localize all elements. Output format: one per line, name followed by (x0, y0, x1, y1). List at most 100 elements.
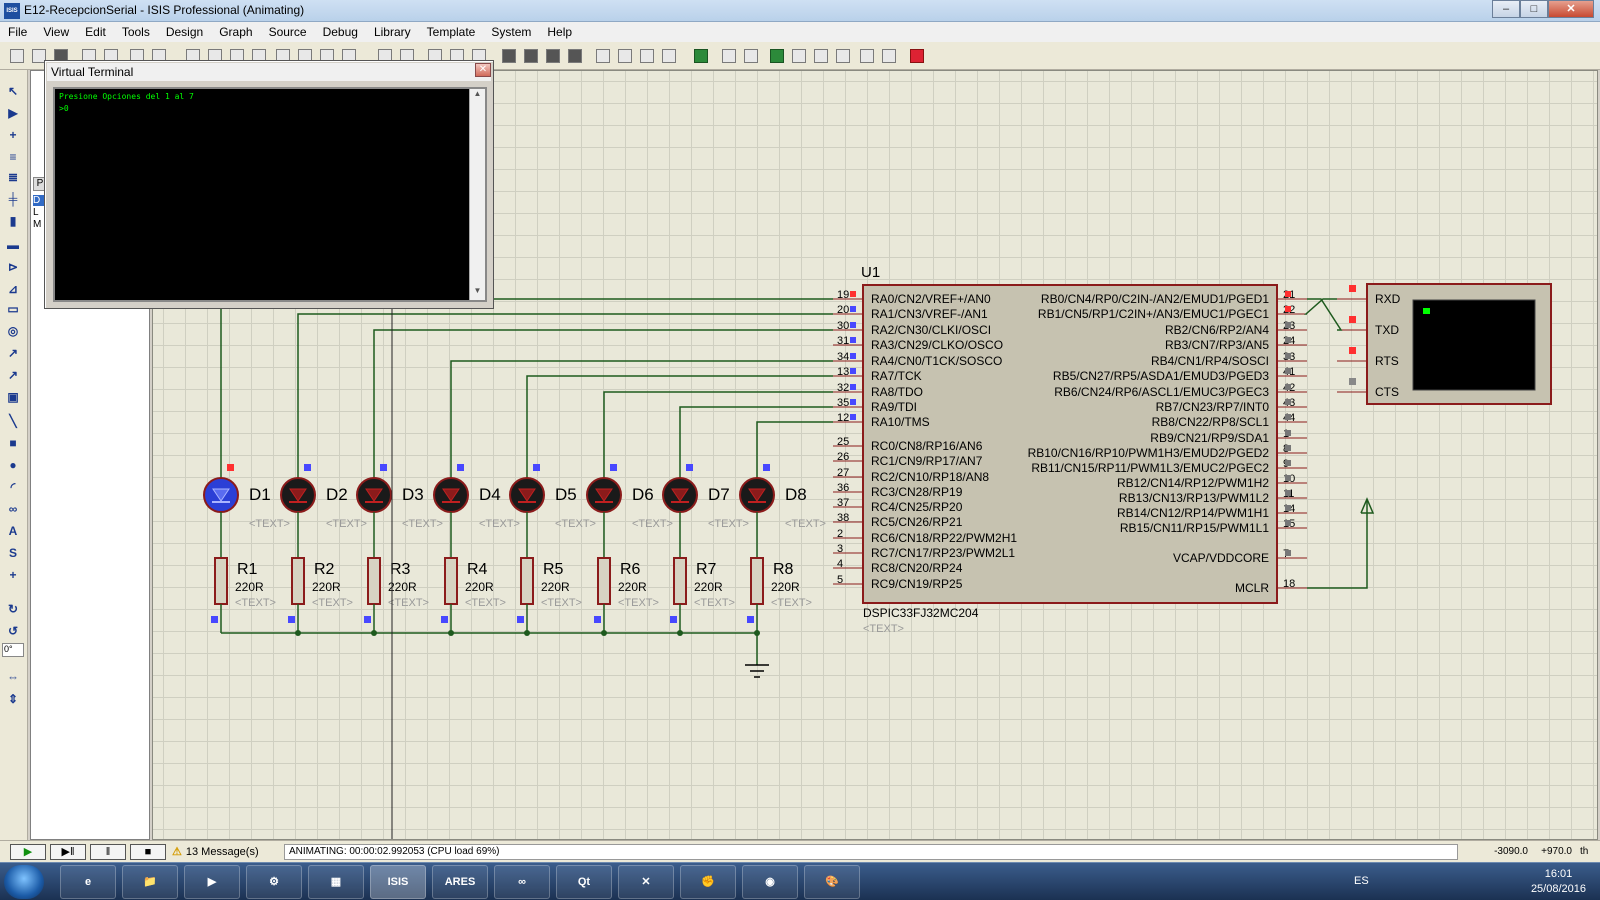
tools-app-icon[interactable]: ⚙ (246, 865, 302, 899)
ic-pin-name: RA3/CN29/CLKO/OSCO (871, 338, 1003, 352)
marker-tool-icon[interactable]: + (5, 568, 21, 582)
voltage-probe-icon[interactable]: ↗ (5, 346, 21, 360)
ic-pin-state (1285, 445, 1291, 451)
menu-source[interactable]: Source (261, 22, 315, 42)
search-tag-icon[interactable] (722, 49, 736, 63)
chrome-icon[interactable]: ◉ (742, 865, 798, 899)
new-sheet-icon[interactable] (770, 49, 784, 63)
ic-pin-number: 37 (837, 497, 849, 509)
x-app-icon[interactable]: ✕ (618, 865, 674, 899)
menu-file[interactable]: File (0, 22, 35, 42)
led-text-placeholder: <TEXT> (708, 518, 749, 530)
messages-indicator[interactable]: ⚠ 13 Message(s) (172, 844, 272, 860)
ares-taskbar-button[interactable]: ARES (432, 865, 488, 899)
file-explorer-icon[interactable]: 📁 (122, 865, 178, 899)
package-tool-icon[interactable] (640, 49, 654, 63)
media-player-icon[interactable]: ▶ (184, 865, 240, 899)
menu-help[interactable]: Help (539, 22, 580, 42)
resistor-value: 220R (541, 580, 570, 594)
scroll-up-icon[interactable]: ▲ (470, 89, 485, 103)
wire-label-mode-icon[interactable]: ≡ (5, 150, 21, 164)
tape-recorder-mode-icon[interactable]: ▭ (5, 302, 21, 316)
junction-mode-icon[interactable]: + (5, 128, 21, 142)
terminal-screen[interactable]: Presione Opciones del 1 al 7 >0 ▲ ▼ (53, 87, 487, 302)
mirror-vertical-icon[interactable]: ⇕ (5, 692, 21, 706)
text-script-mode-icon[interactable]: ≣ (5, 170, 21, 184)
internet-explorer-icon[interactable]: e (60, 865, 116, 899)
menu-view[interactable]: View (35, 22, 77, 42)
generator-mode-icon[interactable]: ◎ (5, 324, 21, 338)
wire-autorouter-icon[interactable] (694, 49, 708, 63)
menu-edit[interactable]: Edit (77, 22, 114, 42)
close-button[interactable]: ✕ (1548, 0, 1594, 18)
terminals-mode-icon[interactable]: ▬ (5, 238, 21, 252)
fist-app-icon[interactable]: ✊ (680, 865, 736, 899)
subcircuit-mode-icon[interactable]: ▮ (5, 214, 21, 228)
box-tool-icon[interactable]: ■ (5, 436, 21, 450)
calculator-icon[interactable]: ▦ (308, 865, 364, 899)
circle-tool-icon[interactable]: ● (5, 458, 21, 472)
isis-taskbar-button[interactable]: ISIS (370, 865, 426, 899)
path-tool-icon[interactable]: ∞ (5, 502, 21, 516)
exit-parent-icon[interactable] (814, 49, 828, 63)
menu-tools[interactable]: Tools (114, 22, 158, 42)
coordinate-unit[interactable]: th (1580, 844, 1598, 860)
clock[interactable]: 16:01 25/08/2016 (1531, 867, 1586, 897)
ic-pin-number: 36 (837, 482, 849, 494)
menu-design[interactable]: Design (158, 22, 211, 42)
paint-icon[interactable]: 🎨 (804, 865, 860, 899)
decompose-icon[interactable] (662, 49, 676, 63)
virtual-instruments-icon[interactable]: ▣ (5, 390, 21, 404)
new-file-icon[interactable] (10, 49, 24, 63)
infinity-app-icon[interactable]: ∞ (494, 865, 550, 899)
block-move-icon[interactable] (524, 49, 538, 63)
step-button[interactable]: ▶‖ (50, 844, 86, 860)
virtual-terminal-titlebar[interactable]: Virtual Terminal (47, 63, 491, 81)
text-tool-icon[interactable]: A (5, 524, 21, 538)
electrical-check-icon[interactable] (882, 49, 896, 63)
play-button[interactable]: ▶ (10, 844, 46, 860)
line-tool-icon[interactable]: ╲ (5, 414, 21, 428)
current-probe-icon[interactable]: ↗ (5, 368, 21, 382)
arc-tool-icon[interactable]: ◜ (5, 480, 21, 494)
virtual-terminal-close-button[interactable]: ✕ (475, 63, 491, 77)
menu-system[interactable]: System (483, 22, 539, 42)
menu-debug[interactable]: Debug (315, 22, 366, 42)
property-tool-icon[interactable] (744, 49, 758, 63)
terminal-scrollbar[interactable]: ▲ ▼ (469, 89, 485, 300)
rotate-cw-icon[interactable]: ↻ (5, 602, 21, 616)
device-pins-mode-icon[interactable]: ⊳ (5, 260, 21, 274)
symbol-tool-icon[interactable]: S (5, 546, 21, 560)
component-mode-icon[interactable]: ▶ (5, 106, 21, 120)
pause-button[interactable]: ‖ (90, 844, 126, 860)
maximize-button[interactable]: □ (1520, 0, 1548, 18)
block-delete-icon[interactable] (568, 49, 582, 63)
rotation-angle-field[interactable]: 0° (2, 643, 24, 657)
pick-device-icon[interactable] (596, 49, 610, 63)
netlist-icon[interactable] (860, 49, 874, 63)
minimize-button[interactable]: – (1492, 0, 1520, 18)
scroll-down-icon[interactable]: ▼ (470, 286, 485, 300)
bus-mode-icon[interactable]: ╪ (5, 192, 21, 206)
qt-creator-icon[interactable]: Qt (556, 865, 612, 899)
stop-button[interactable]: ■ (130, 844, 166, 860)
ares-icon[interactable] (910, 49, 924, 63)
block-copy-icon[interactable] (502, 49, 516, 63)
graph-mode-icon[interactable]: ⊿ (5, 282, 21, 296)
selection-mode-icon[interactable]: ↖ (5, 84, 21, 98)
menu-graph[interactable]: Graph (211, 22, 260, 42)
block-rotate-icon[interactable] (546, 49, 560, 63)
menu-library[interactable]: Library (366, 22, 419, 42)
language-indicator[interactable]: ES (1354, 875, 1369, 887)
mirror-horizontal-icon[interactable]: ⇔ (5, 670, 21, 684)
rotate-ccw-icon[interactable]: ↺ (5, 624, 21, 638)
bom-icon[interactable] (836, 49, 850, 63)
start-button[interactable] (4, 865, 44, 899)
menu-template[interactable]: Template (419, 22, 484, 42)
ic-pin-name: RB4/CN1/RP4/SOSCI (1151, 354, 1269, 368)
remove-sheet-icon[interactable] (792, 49, 806, 63)
ic-pin-name: RB11/CN15/RP11/PWM1L3/EMUC2/PGEC2 (1031, 461, 1269, 475)
virtual-terminal-window[interactable]: Virtual Terminal ✕ Presione Opciones del… (44, 60, 494, 309)
ic-pin-state (1285, 475, 1291, 481)
make-device-icon[interactable] (618, 49, 632, 63)
